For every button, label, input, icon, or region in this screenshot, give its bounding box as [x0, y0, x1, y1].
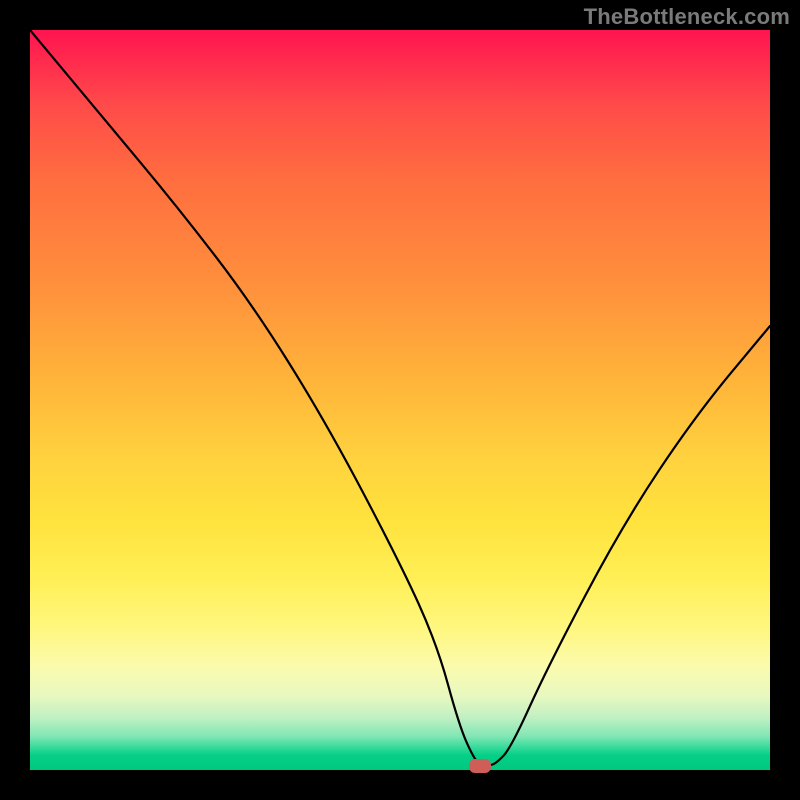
watermark-text: TheBottleneck.com: [584, 4, 790, 30]
minimum-marker-dot: [469, 759, 491, 773]
bottleneck-curve: [30, 30, 770, 770]
chart-frame: TheBottleneck.com: [0, 0, 800, 800]
plot-area: [30, 30, 770, 770]
